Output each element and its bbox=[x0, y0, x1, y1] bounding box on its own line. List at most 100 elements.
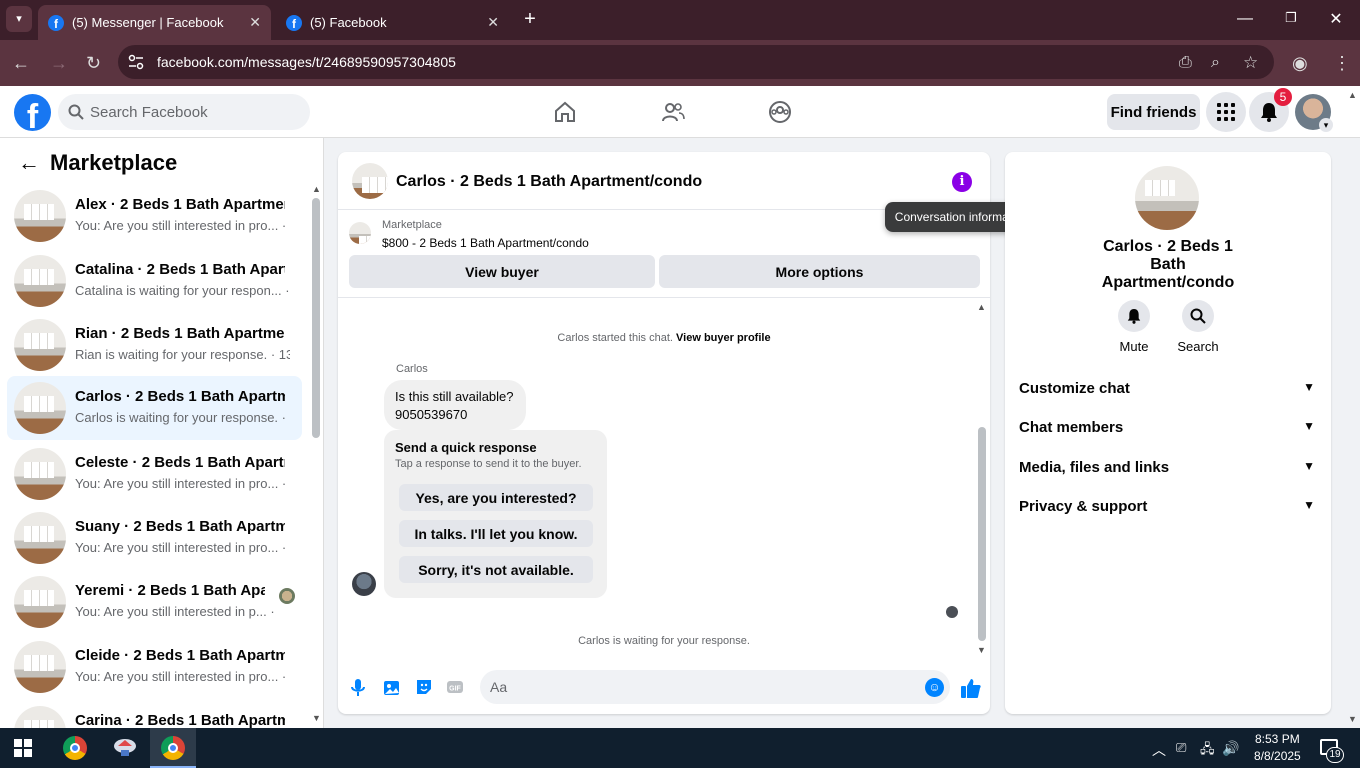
sender-name: Carlos bbox=[396, 363, 428, 375]
back-arrow-icon[interactable]: ← bbox=[18, 150, 40, 176]
divider bbox=[338, 297, 990, 298]
taskbar-chrome-1[interactable] bbox=[52, 728, 98, 768]
scroll-down-arrow-icon[interactable]: ▼ bbox=[312, 713, 321, 723]
url-text: facebook.com/messages/t/2468959095730480… bbox=[157, 54, 456, 70]
facebook-favicon-icon: f bbox=[48, 14, 64, 31]
reload-icon[interactable]: ↻ bbox=[86, 54, 101, 72]
privacy-support-section[interactable]: Privacy & support ▼ bbox=[1019, 498, 1317, 520]
profile-icon[interactable]: ◉ bbox=[1292, 54, 1308, 72]
listing-title[interactable]: $800 - 2 Beds 1 Bath Apartment/condo bbox=[382, 236, 589, 250]
gif-icon[interactable]: GIF bbox=[445, 677, 465, 697]
scroll-up-arrow-icon[interactable]: ▲ bbox=[312, 184, 321, 194]
view-buyer-button[interactable]: View buyer bbox=[349, 255, 655, 288]
system-clock[interactable]: 8:53 PM 8/8/2025 bbox=[1254, 731, 1301, 765]
grid-menu-icon bbox=[1217, 103, 1235, 121]
tab-search-button[interactable]: ▾ bbox=[6, 6, 32, 32]
conversation-name: Carina · 2 Beds 1 Bath Apartmen... bbox=[75, 712, 285, 728]
new-tab-icon[interactable]: + bbox=[520, 9, 540, 29]
emoji-icon[interactable]: ☺ bbox=[925, 678, 944, 697]
sticker-icon[interactable] bbox=[414, 677, 434, 697]
taskbar-chrome-2[interactable] bbox=[150, 728, 196, 768]
conversation-item[interactable]: Celeste · 2 Beds 1 Bath Apartme... You: … bbox=[7, 442, 302, 506]
bookmark-star-icon[interactable]: ☆ bbox=[1243, 54, 1258, 72]
conversation-item[interactable]: Suany · 2 Beds 1 Bath Apartmen... You: A… bbox=[7, 506, 302, 570]
listing-photo bbox=[1135, 166, 1199, 230]
quick-response-button[interactable]: In talks. I'll let you know. bbox=[399, 520, 593, 547]
url-bar[interactable]: facebook.com/messages/t/2468959095730480… bbox=[118, 45, 1274, 79]
groups-icon[interactable] bbox=[768, 100, 792, 124]
friends-icon[interactable] bbox=[661, 100, 685, 124]
forward-icon[interactable]: → bbox=[50, 54, 68, 72]
conversation-preview: Catalina is waiting for your respon... ·… bbox=[75, 283, 290, 298]
conversation-item[interactable]: Carina · 2 Beds 1 Bath Apartmen... bbox=[7, 700, 302, 728]
menu-button[interactable] bbox=[1206, 92, 1246, 132]
scroll-up-arrow-icon[interactable]: ▲ bbox=[977, 302, 986, 312]
search-input[interactable]: Search Facebook bbox=[58, 94, 310, 130]
media-files-section[interactable]: Media, files and links ▼ bbox=[1019, 459, 1317, 481]
site-settings-icon[interactable] bbox=[128, 54, 144, 70]
page-scroll-down-icon[interactable]: ▼ bbox=[1348, 714, 1357, 724]
conversation-name: Alex · 2 Beds 1 Bath Apartment/... bbox=[75, 196, 285, 213]
microphone-icon[interactable] bbox=[348, 677, 368, 697]
sender-avatar[interactable] bbox=[352, 572, 376, 596]
conversation-item[interactable]: Yeremi · 2 Beds 1 Bath Apart... You: Are… bbox=[7, 570, 302, 634]
install-app-icon[interactable]: ⎙ bbox=[1179, 54, 1192, 72]
conversation-item[interactable]: Catalina · 2 Beds 1 Bath Apartm... Catal… bbox=[7, 249, 302, 313]
chat-members-section[interactable]: Chat members ▼ bbox=[1019, 419, 1317, 441]
start-button[interactable] bbox=[0, 728, 46, 768]
taskbar-app[interactable] bbox=[102, 728, 148, 768]
conversation-name: Carlos · 2 Beds 1 Bath Apartmen... bbox=[75, 388, 285, 405]
restore-icon[interactable]: ❐ bbox=[1282, 10, 1300, 26]
bell-icon bbox=[1261, 103, 1277, 122]
find-friends-button[interactable]: Find friends bbox=[1107, 94, 1200, 130]
network-icon[interactable]: 🖧 bbox=[1200, 740, 1215, 762]
quick-response-button[interactable]: Sorry, it's not available. bbox=[399, 556, 593, 583]
search-icon bbox=[1190, 308, 1206, 324]
account-avatar[interactable]: ▾ bbox=[1295, 94, 1333, 132]
thumbs-up-icon[interactable] bbox=[960, 677, 982, 699]
sidebar-scrollbar[interactable] bbox=[312, 198, 320, 438]
volume-icon[interactable]: 🔊 bbox=[1222, 740, 1239, 757]
more-options-button[interactable]: More options bbox=[659, 255, 980, 288]
close-tab-icon[interactable]: ✕ bbox=[249, 14, 261, 31]
facebook-logo-icon[interactable]: f bbox=[14, 94, 51, 131]
close-tab-icon[interactable]: ✕ bbox=[487, 14, 499, 31]
customize-chat-section[interactable]: Customize chat ▼ bbox=[1019, 380, 1317, 402]
listing-thumbnail[interactable] bbox=[352, 163, 388, 199]
quick-response-title: Send a quick response bbox=[395, 440, 537, 455]
zoom-icon[interactable]: ⌕ bbox=[1211, 54, 1220, 72]
back-icon[interactable]: ← bbox=[12, 54, 30, 72]
photo-icon[interactable] bbox=[381, 677, 401, 697]
section-label: Privacy & support bbox=[1019, 498, 1148, 515]
home-icon[interactable] bbox=[553, 100, 577, 124]
conversation-preview: You: Are you still interested in pro... … bbox=[75, 540, 290, 555]
tab-messenger[interactable]: f (5) Messenger | Facebook ✕ bbox=[38, 5, 271, 40]
conversation-item[interactable]: Alex · 2 Beds 1 Bath Apartment/... You: … bbox=[7, 184, 302, 248]
minimize-icon[interactable]: — bbox=[1236, 10, 1254, 28]
scroll-down-arrow-icon[interactable]: ▼ bbox=[977, 645, 986, 655]
menu-kebab-icon[interactable]: ⋮ bbox=[1333, 54, 1351, 72]
conversation-preview: You: Are you still interested in p... · … bbox=[75, 604, 275, 619]
conversation-item[interactable]: Rian · 2 Beds 1 Bath Apartment/... Rian … bbox=[7, 313, 302, 377]
listing-thumbnail bbox=[14, 255, 66, 307]
conversation-item[interactable]: Cleide · 2 Beds 1 Bath Apartmen... You: … bbox=[7, 635, 302, 699]
view-buyer-profile-link[interactable]: View buyer profile bbox=[676, 332, 771, 344]
search-action[interactable]: Search bbox=[1168, 300, 1228, 354]
message-input[interactable]: Aa bbox=[480, 670, 950, 704]
chrome-icon bbox=[63, 736, 87, 760]
listing-thumbnail bbox=[14, 448, 66, 500]
windows-logo-icon bbox=[14, 739, 32, 757]
mute-action[interactable]: Mute bbox=[1104, 300, 1164, 354]
chat-title[interactable]: Carlos · 2 Beds 1 Bath Apartment/condo bbox=[396, 173, 702, 191]
conversation-item-selected[interactable]: Carlos · 2 Beds 1 Bath Apartmen... Carlo… bbox=[7, 376, 302, 440]
close-window-icon[interactable]: ✕ bbox=[1327, 9, 1345, 29]
meet-now-icon[interactable]: ⎚ bbox=[1176, 740, 1186, 756]
show-hidden-icons[interactable]: ︿ bbox=[1152, 740, 1166, 760]
sidebar-title: Marketplace bbox=[50, 150, 178, 175]
tab-facebook[interactable]: f (5) Facebook ✕ bbox=[276, 5, 509, 40]
conversation-info-icon[interactable]: i bbox=[952, 172, 972, 192]
quick-response-button[interactable]: Yes, are you interested? bbox=[399, 484, 593, 511]
chat-scrollbar[interactable] bbox=[978, 427, 986, 641]
read-receipt-avatar bbox=[279, 588, 295, 604]
page-scroll-up-icon[interactable]: ▲ bbox=[1348, 90, 1357, 100]
